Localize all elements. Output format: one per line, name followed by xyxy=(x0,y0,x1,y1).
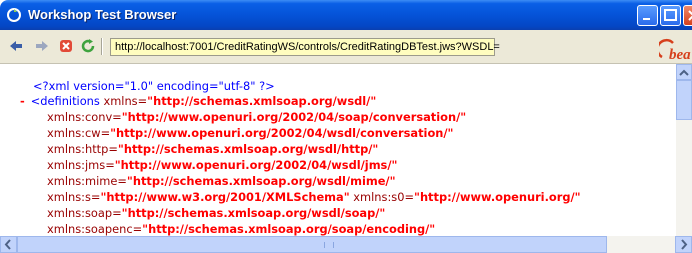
xml-line: <?xml version="1.0" encoding="utf-8" ?> xyxy=(33,78,275,94)
chevron-up-icon xyxy=(679,69,689,76)
horizontal-scrollbar[interactable] xyxy=(0,236,692,253)
xml-attribute-value: "http://www.w3.org/2001/XMLSchema" xyxy=(100,190,350,204)
chevron-left-icon xyxy=(4,239,11,250)
xml-attribute-name: xmlns:jms= xyxy=(47,158,115,172)
bea-logo: bea xyxy=(659,38,691,63)
xml-attribute-value: "http://schemas.xmlsoap.org/wsdl/soap/" xyxy=(121,206,386,220)
chevron-right-icon xyxy=(681,239,688,250)
xml-attribute-name: xmlns:soapenc= xyxy=(47,222,143,236)
window-title: Workshop Test Browser xyxy=(28,7,177,22)
xml-attribute-value: "http://schemas.xmlsoap.org/wsdl/http/" xyxy=(117,142,379,156)
xml-line[interactable]: - <definitions xmlns="http://schemas.xmls… xyxy=(20,93,376,109)
scroll-left-button[interactable] xyxy=(0,236,17,253)
xml-attribute-name: xmlns:conv= xyxy=(47,110,122,124)
xml-attribute-value: "http://schemas.xmlsoap.org/soap/encodin… xyxy=(142,222,436,236)
xml-attribute-name: xmlns:cw= xyxy=(47,126,111,140)
xml-attribute-value: "http://schemas.xmlsoap.org/wsdl/mime/" xyxy=(126,174,396,188)
xml-attribute-value: "http://schemas.xmlsoap.org/wsdl/" xyxy=(147,94,377,108)
xml-attribute-value: "http://www.openuri.org/2002/04/wsdl/con… xyxy=(110,126,454,140)
refresh-icon[interactable] xyxy=(80,38,96,54)
toolbar-separator xyxy=(101,38,103,55)
scroll-right-button[interactable] xyxy=(675,236,692,253)
xml-attribute-name: xmlns:mime= xyxy=(47,174,127,188)
xml-line: xmlns:conv="http://www.openuri.org/2002/… xyxy=(47,109,466,125)
back-arrow-icon[interactable] xyxy=(8,38,24,54)
logo-text: bea xyxy=(669,47,691,63)
xml-line: xmlns:soapenc="http://schemas.xmlsoap.or… xyxy=(47,221,435,236)
xml-attribute-name: xmlns:s0= xyxy=(353,190,415,204)
minimize-icon xyxy=(643,18,650,20)
toolbar: http://localhost:7001/CreditRatingWS/con… xyxy=(0,30,692,64)
vertical-scroll-thumb[interactable] xyxy=(676,80,692,120)
xml-content: <?xml version="1.0" encoding="utf-8" ?> -… xyxy=(0,64,676,236)
scroll-up-button[interactable] xyxy=(676,64,692,80)
xml-attribute-value: "http://www.openuri.org/" xyxy=(414,190,581,204)
collapse-toggle[interactable]: - xyxy=(20,94,25,108)
xml-line: xmlns:cw="http://www.openuri.org/2002/04… xyxy=(47,125,453,141)
title-bar[interactable]: Workshop Test Browser xyxy=(0,0,692,30)
xml-attribute-name: xmlns:http= xyxy=(47,142,118,156)
xml-attribute-name: xmlns:soap= xyxy=(47,206,122,220)
xml-line: xmlns:mime="http://schemas.xmlsoap.org/w… xyxy=(47,173,396,189)
browser-icon xyxy=(7,8,21,22)
address-url[interactable]: http://localhost:7001/CreditRatingWS/con… xyxy=(115,41,500,53)
maximize-icon xyxy=(664,9,677,21)
maximize-button[interactable] xyxy=(660,5,681,26)
close-button[interactable] xyxy=(683,5,692,26)
scroll-grip xyxy=(324,242,334,248)
horizontal-scroll-thumb[interactable] xyxy=(17,236,607,253)
xml-tag: <definitions xyxy=(30,94,104,108)
browser-window: Workshop Test Browser http://localhost:7… xyxy=(0,0,692,253)
xml-attribute-name: xmlns:s= xyxy=(47,190,101,204)
minimize-button[interactable] xyxy=(637,5,658,26)
xml-attribute-value: "http://www.openuri.org/2002/04/wsdl/jms… xyxy=(114,158,398,172)
xml-tag: <?xml version="1.0" encoding="utf-8" ?> xyxy=(33,79,275,93)
vertical-scrollbar[interactable] xyxy=(676,64,692,236)
close-icon xyxy=(688,10,692,21)
xml-line: xmlns:s="http://www.w3.org/2001/XMLSchem… xyxy=(47,189,581,205)
forward-arrow-icon[interactable] xyxy=(34,38,50,54)
address-bar[interactable]: http://localhost:7001/CreditRatingWS/con… xyxy=(110,38,500,56)
xml-attribute-value: "http://www.openuri.org/2002/04/soap/con… xyxy=(121,110,467,124)
xml-line: xmlns:soap="http://schemas.xmlsoap.org/w… xyxy=(47,205,385,221)
xml-line: xmlns:jms="http://www.openuri.org/2002/0… xyxy=(47,157,397,173)
xml-line: xmlns:http="http://schemas.xmlsoap.org/w… xyxy=(47,141,378,157)
stop-icon[interactable] xyxy=(58,38,74,54)
xml-attribute-name: xmlns= xyxy=(103,94,148,108)
